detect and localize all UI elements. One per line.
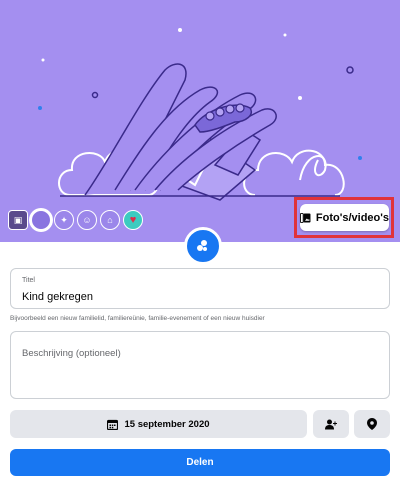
description-field[interactable]: Beschrijving (optioneel) [10,331,390,399]
stars-theme-icon[interactable]: ✦ [54,210,74,230]
date-label: 15 september 2020 [124,418,210,430]
add-person-icon [325,419,337,429]
add-photos-videos-button[interactable]: Foto's/video's [300,204,389,231]
add-photos-videos-label: Foto's/video's [315,211,389,224]
family-theme-icon[interactable]: ⌂ [100,210,120,230]
title-field-label: Titel [22,277,35,284]
title-hint: Bijvoorbeeld een nieuw familielid, famil… [10,315,265,322]
calendar-icon [107,419,119,430]
title-field[interactable]: Titel Kind gekregen [10,268,390,309]
baby-theme-icon[interactable]: ☺ [77,210,97,230]
photo-add-icon [300,212,311,223]
location-button[interactable] [354,410,390,438]
tag-people-button[interactable] [313,410,349,438]
title-field-value[interactable]: Kind gekregen [22,291,93,303]
circle-theme-icon[interactable] [31,210,51,230]
description-placeholder: Beschrijving (optioneel) [22,348,121,359]
date-button[interactable]: 15 september 2020 [10,410,307,438]
share-button-label: Delen [186,457,214,468]
heart-theme-icon[interactable]: ♥ [123,210,143,230]
theme-selector: ▣ ✦ ☺ ⌂ ♥ [8,210,143,232]
photo-icon[interactable]: ▣ [8,210,28,230]
location-pin-icon [367,418,377,430]
share-button[interactable]: Delen [10,449,390,476]
life-event-badge-icon [197,240,207,251]
life-event-icon [184,227,222,265]
